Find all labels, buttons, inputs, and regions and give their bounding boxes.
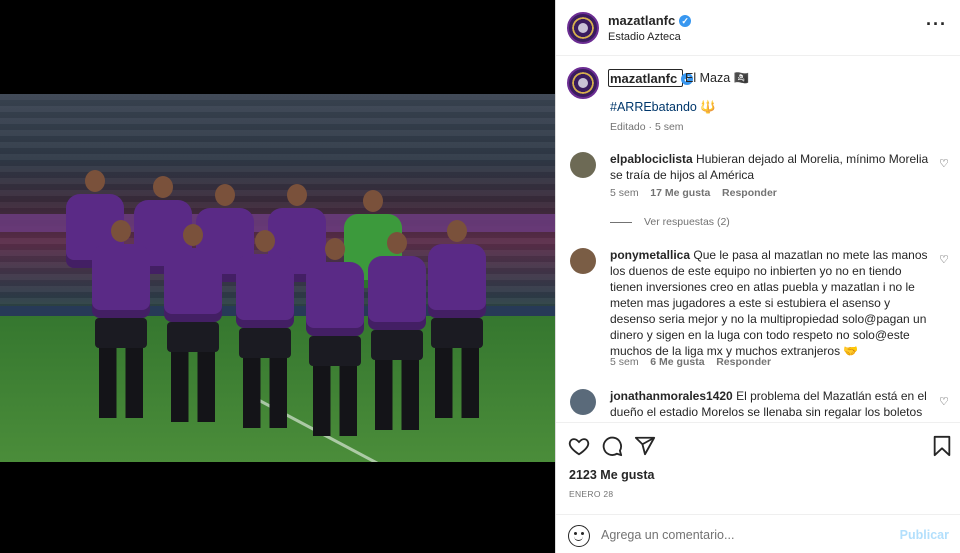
comment-meta: 5 sem 6 Me gusta Responder	[610, 356, 772, 368]
post-photo[interactable]	[0, 94, 555, 462]
post-date: ENERO 28	[569, 489, 614, 499]
action-bar	[556, 422, 960, 468]
comment-icon[interactable]	[601, 435, 623, 457]
comment-composer: Publicar	[556, 514, 960, 553]
comment-heart-icon[interactable]: ♡	[939, 395, 949, 408]
post-header: mazatlanfc ✓ Estadio Azteca ···	[556, 0, 960, 56]
more-horizontal-icon[interactable]: ···	[926, 14, 947, 35]
comment-meta: 5 sem 17 Me gusta Responder	[610, 187, 777, 199]
post-panel: mazatlanfc ✓ Estadio Azteca ··· mazatlanf…	[555, 0, 960, 553]
comment-likes[interactable]: 6 Me gusta	[650, 356, 704, 368]
header-username[interactable]: mazatlanfc ✓	[608, 13, 692, 28]
post-media	[0, 0, 555, 553]
player	[306, 238, 364, 436]
player	[164, 224, 222, 422]
comment-username[interactable]: jonathanmorales1420	[610, 389, 733, 403]
player	[428, 220, 486, 418]
comment-avatar[interactable]	[570, 248, 596, 274]
comment-input[interactable]	[601, 528, 881, 542]
send-icon[interactable]	[634, 435, 656, 457]
reply-button[interactable]: Responder	[716, 356, 771, 368]
player	[368, 232, 426, 430]
comment-avatar[interactable]	[570, 389, 596, 415]
avatar[interactable]	[567, 12, 599, 44]
comment-heart-icon[interactable]: ♡	[939, 157, 949, 170]
header-username-text[interactable]: mazatlanfc	[608, 13, 675, 28]
caption-hashtag[interactable]: #ARREbatando 🔱	[610, 100, 716, 115]
caption-username[interactable]: mazatlanfc ✓	[610, 71, 694, 86]
comment-avatar[interactable]	[570, 152, 596, 178]
caption-text: El Maza 🏴‍☠️	[685, 71, 750, 85]
emoji-icon[interactable]	[568, 525, 590, 547]
post-comment-button[interactable]: Publicar	[900, 528, 949, 542]
comment-likes[interactable]: 17 Me gusta	[650, 187, 710, 199]
caption-avatar[interactable]	[567, 67, 599, 99]
location-link[interactable]: Estadio Azteca	[608, 31, 681, 43]
caption-meta: Editado · 5 sem	[610, 121, 684, 133]
comment-text: elpablociclista Hubieran dejado al Morel…	[610, 152, 929, 182]
heart-icon[interactable]	[568, 435, 590, 457]
comment-heart-icon[interactable]: ♡	[939, 253, 949, 266]
verified-icon: ✓	[679, 15, 692, 27]
player	[92, 220, 150, 418]
comment-username[interactable]: ponymetallica	[610, 248, 690, 262]
likes-count[interactable]: 2123 Me gusta	[569, 468, 654, 482]
comment-text: ponymetallica Que le pasa al mazatlan no…	[610, 248, 928, 358]
bookmark-icon[interactable]	[931, 435, 953, 457]
reply-button[interactable]: Responder	[722, 187, 777, 199]
comment-text: jonathanmorales1420 El problema del Maza…	[610, 389, 927, 422]
comments-scroll[interactable]: mazatlanfc ✓ El Maza 🏴‍☠️ #ARREbatando 🔱 …	[556, 57, 960, 422]
comment-username[interactable]: elpablociclista	[610, 152, 693, 166]
player	[236, 230, 294, 428]
view-replies-button[interactable]: Ver respuestas (2)	[610, 216, 730, 228]
